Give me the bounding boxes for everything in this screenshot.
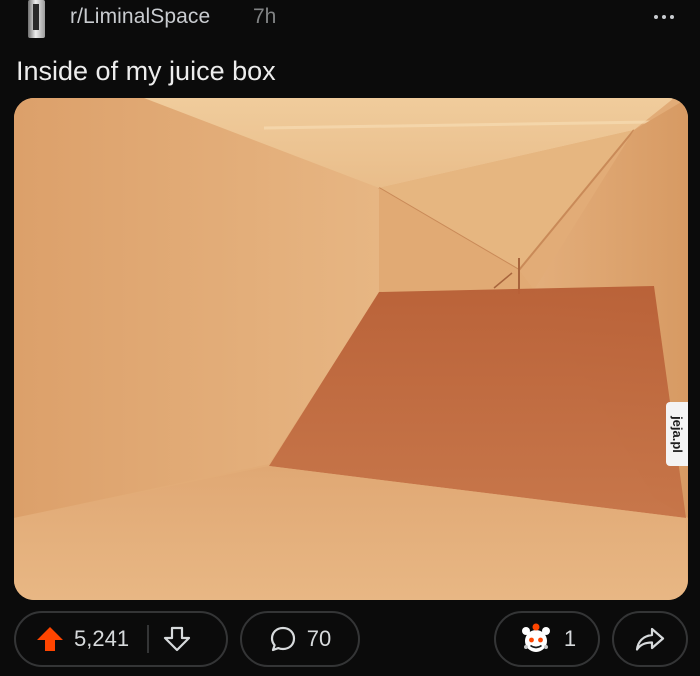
- share-button[interactable]: [612, 611, 688, 667]
- post-age: 7h: [253, 5, 277, 28]
- share-arrow-icon: [635, 627, 665, 651]
- juice-box-interior-photo: [14, 98, 688, 600]
- arrow-up-icon[interactable]: [36, 626, 64, 652]
- award-button[interactable]: 1: [494, 611, 600, 667]
- more-horizontal-icon: [654, 15, 658, 19]
- arrow-down-icon[interactable]: [163, 626, 191, 652]
- vote-divider: [147, 625, 150, 653]
- speech-bubble-icon: [270, 626, 295, 652]
- watermark-text: jeja.pl: [669, 415, 685, 453]
- subreddit-name[interactable]: r/LiminalSpace: [70, 5, 210, 29]
- comment-count: 70: [306, 626, 332, 651]
- post-image[interactable]: jeja.pl: [14, 98, 688, 600]
- post-title[interactable]: Inside of my juice box: [16, 56, 276, 87]
- comments-button[interactable]: 70: [240, 611, 360, 667]
- vote-score: 5,241: [74, 626, 130, 651]
- post-header: r/LiminalSpace 7h: [0, 0, 700, 42]
- vote-control: 5,241: [14, 611, 228, 667]
- watermark-logo: jeja.pl: [666, 402, 688, 466]
- award-count: 1: [563, 626, 577, 651]
- more-horizontal-icon-dot: [670, 15, 674, 19]
- post-action-bar: 5,241 70 1: [0, 608, 700, 672]
- more-options-button[interactable]: [646, 2, 682, 32]
- subreddit-avatar[interactable]: [28, 0, 45, 38]
- more-horizontal-icon-dot: [662, 15, 666, 19]
- award-icon: [521, 623, 550, 652]
